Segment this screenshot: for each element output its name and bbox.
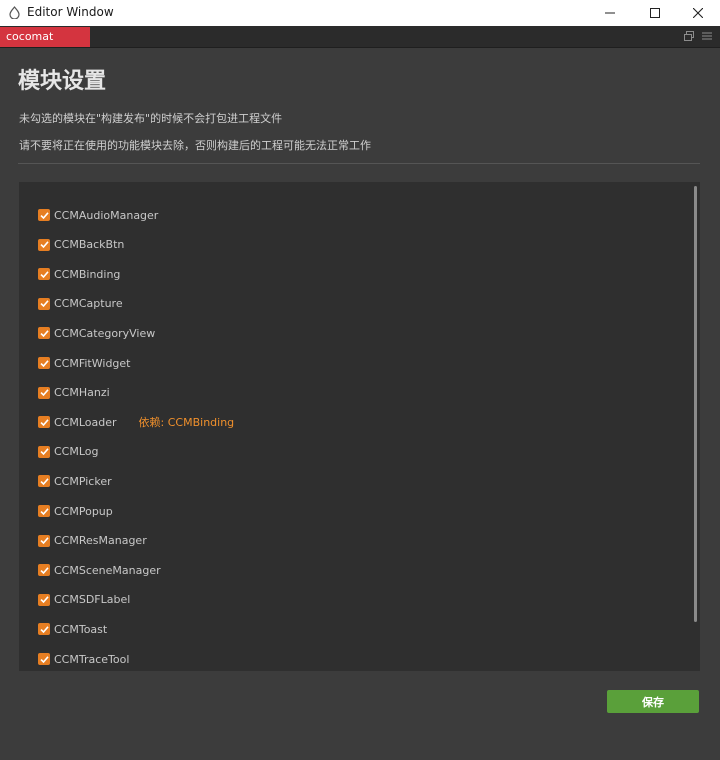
checkmark-icon <box>39 566 49 574</box>
close-button[interactable] <box>676 0 720 26</box>
checkmark-icon <box>39 270 49 278</box>
module-checkbox[interactable] <box>38 416 50 429</box>
module-row[interactable]: CCMToast <box>38 620 107 638</box>
checkmark-icon <box>39 626 49 634</box>
tab-bar: cocomat <box>0 26 720 48</box>
module-label: CCMToast <box>54 622 108 636</box>
module-checkbox[interactable] <box>38 623 50 636</box>
module-label: CCMCategoryView <box>54 326 156 340</box>
module-checkbox[interactable] <box>38 653 50 665</box>
module-checkbox[interactable] <box>38 386 50 399</box>
checkmark-icon <box>39 418 49 426</box>
module-checkbox[interactable] <box>38 297 50 310</box>
module-checkbox[interactable] <box>38 209 50 221</box>
module-checkbox[interactable] <box>38 505 50 517</box>
settings-panel: 模块设置 未勾选的模块在"构建发布"的时候不会打包进工程文件 请不要将正在使用的… <box>0 48 720 760</box>
tab-cocomat[interactable]: cocomat <box>0 27 90 47</box>
module-label: CCMHanzi <box>54 386 110 400</box>
checkmark-icon <box>39 241 49 249</box>
module-label: CCMResManager <box>54 534 147 548</box>
module-checkbox[interactable] <box>38 445 50 458</box>
divider <box>18 163 700 164</box>
checkmark-icon <box>39 300 49 308</box>
menu-icon[interactable] <box>702 31 712 41</box>
module-label: CCMLog <box>54 445 99 459</box>
module-checkbox[interactable] <box>38 357 50 369</box>
checkmark-icon <box>39 359 49 367</box>
title-bar: Editor Window <box>0 0 720 26</box>
checkmark-icon <box>39 537 49 545</box>
module-row[interactable]: CCMSDFLabel <box>38 591 130 609</box>
module-row[interactable]: CCMTraceTool <box>38 650 129 668</box>
save-button[interactable]: 保存 <box>607 690 699 713</box>
app-icon <box>9 6 20 19</box>
checkmark-icon <box>39 211 49 219</box>
module-checkbox[interactable] <box>38 593 50 606</box>
module-label: CCMTraceTool <box>54 652 130 666</box>
module-checkbox[interactable] <box>38 327 50 340</box>
module-label: CCMBackBtn <box>54 238 125 252</box>
module-dependency: 依赖: CCMBinding <box>138 416 235 430</box>
module-checkbox[interactable] <box>38 534 50 547</box>
module-row[interactable]: CCMLog <box>38 443 99 461</box>
checkmark-icon <box>39 655 49 663</box>
module-label: CCMAudioManager <box>54 208 159 222</box>
close-icon <box>693 8 703 18</box>
checkmark-icon <box>39 596 49 604</box>
description-warning: 请不要将正在使用的功能模块去除，否则构建后的工程可能无法正常工作 <box>19 139 371 152</box>
module-row[interactable]: CCMBackBtn <box>38 236 124 254</box>
module-label: CCMSceneManager <box>54 563 161 577</box>
module-row[interactable]: CCMLoader 依赖: CCMBinding <box>38 413 234 431</box>
description-unchecked-note: 未勾选的模块在"构建发布"的时候不会打包进工程文件 <box>19 112 283 125</box>
tab-tools <box>684 31 712 41</box>
module-label: CCMFitWidget <box>54 356 131 370</box>
module-row[interactable]: CCMAudioManager <box>38 206 158 224</box>
module-label: CCMSDFLabel <box>54 593 131 607</box>
checkmark-icon <box>39 330 49 338</box>
module-label: CCMLoader <box>54 415 117 429</box>
popout-icon[interactable] <box>684 31 694 41</box>
module-list: CCMAudioManager CCMBackBtn CCMBinding CCMCa… <box>19 182 700 671</box>
checkmark-icon <box>39 448 49 456</box>
module-row[interactable]: CCMBinding <box>38 265 120 283</box>
checkmark-icon <box>39 507 49 515</box>
module-row[interactable]: CCMFitWidget <box>38 354 130 372</box>
module-label: CCMPicker <box>54 474 112 488</box>
module-label: CCMPopup <box>54 504 113 518</box>
checkmark-icon <box>39 389 49 397</box>
module-checkbox[interactable] <box>38 475 50 488</box>
module-checkbox[interactable] <box>38 238 50 251</box>
window-title: Editor Window <box>27 5 114 19</box>
maximize-button[interactable] <box>633 0 677 26</box>
module-label: CCMCapture <box>54 297 123 311</box>
module-checkbox[interactable] <box>38 268 50 281</box>
module-row[interactable]: CCMPopup <box>38 502 113 520</box>
module-checkbox[interactable] <box>38 564 50 577</box>
module-row[interactable]: CCMPicker <box>38 472 112 490</box>
module-row[interactable]: CCMSceneManager <box>38 561 161 579</box>
maximize-icon <box>650 8 660 18</box>
module-row[interactable]: CCMHanzi <box>38 384 110 402</box>
page-title: 模块设置 <box>18 69 107 94</box>
minimize-icon <box>605 12 615 14</box>
minimize-button[interactable] <box>588 0 632 26</box>
module-row[interactable]: CCMCategoryView <box>38 324 155 342</box>
module-row[interactable]: CCMResManager <box>38 532 147 550</box>
module-row[interactable]: CCMCapture <box>38 295 123 313</box>
module-label: CCMBinding <box>54 267 121 281</box>
checkmark-icon <box>39 478 49 486</box>
scrollbar[interactable] <box>694 186 697 622</box>
